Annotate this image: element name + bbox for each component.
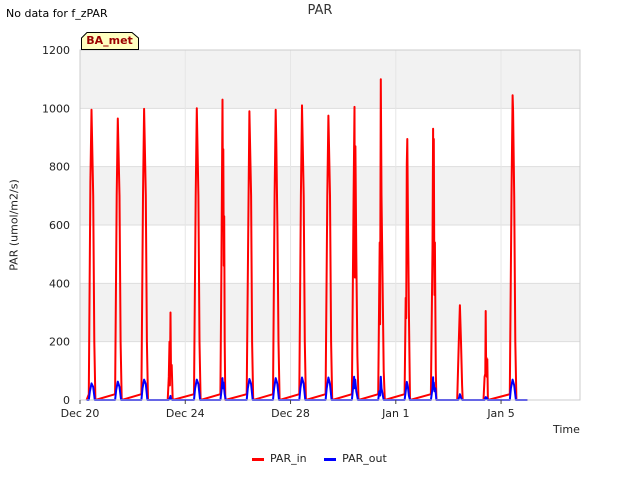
legend-label-par-in: PAR_in [270, 452, 307, 465]
y-tick-label: 1200 [42, 44, 70, 57]
legend-item-par-out: PAR_out [324, 452, 387, 465]
y-tick-label: 800 [49, 161, 70, 174]
y-axis-label: PAR (umol/m2/s) [7, 179, 21, 271]
y-tick-labels: 0 200 400 600 800 1000 1200 [42, 44, 70, 407]
legend-swatch-par-out [324, 457, 337, 461]
x-tick-label: Jan 5 [486, 407, 514, 420]
x-tick-labels: Dec 20 Dec 24 Dec 28 Jan 1 Jan 5 [61, 400, 515, 420]
y-tick-label: 0 [63, 394, 70, 407]
legend: PAR_in PAR_out [252, 452, 401, 465]
band [80, 50, 580, 109]
chart-title: PAR [307, 3, 333, 18]
x-tick-label: Dec 20 [61, 407, 100, 420]
y-tick-label: 600 [49, 219, 70, 232]
y-tick-label: 400 [49, 277, 70, 290]
y-tick-label: 200 [49, 336, 70, 349]
legend-swatch-par-in [252, 457, 264, 461]
legend-item-par-in: PAR_in [252, 452, 307, 465]
badge-label: BA_met [86, 34, 133, 47]
x-tick-label: Dec 28 [271, 407, 310, 420]
x-tick-label: Jan 1 [381, 407, 409, 420]
site-badge: BA_met [81, 32, 139, 50]
x-tick-label: Dec 24 [166, 407, 205, 420]
x-axis-label: Time [553, 423, 580, 436]
y-tick-label: 1000 [42, 102, 70, 115]
par-chart: 0 200 400 600 800 1000 1200 Dec 20 Dec 24 Dec 28… [42, 44, 581, 420]
legend-label-par-out: PAR_out [342, 452, 387, 465]
